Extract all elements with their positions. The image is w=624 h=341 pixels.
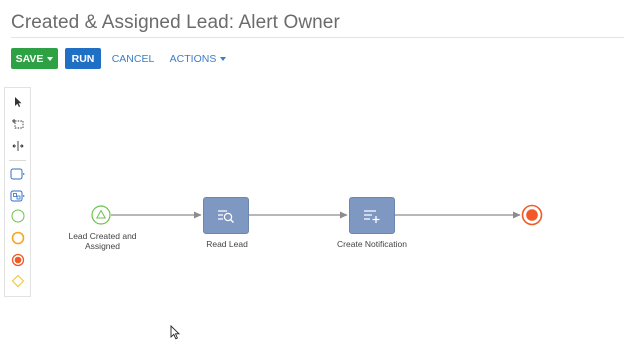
- subprocess-element[interactable]: [5, 186, 30, 206]
- gateway-diamond-icon: [11, 274, 24, 288]
- intermediate-event-circle-icon: [11, 231, 24, 245]
- title-divider: [11, 37, 624, 38]
- chevron-down-icon: [47, 56, 54, 61]
- start-event-circle-icon: [11, 209, 24, 223]
- triangle-signal-icon: [91, 205, 111, 225]
- end-event-node[interactable]: [521, 204, 543, 226]
- palette-divider: [9, 160, 26, 161]
- save-button[interactable]: SAVE: [11, 48, 58, 69]
- create-notification-task[interactable]: [349, 197, 395, 234]
- terminate-icon: [521, 204, 543, 226]
- read-lead-task[interactable]: [203, 197, 249, 234]
- task-element[interactable]: [5, 164, 30, 184]
- read-lead-label: Read Lead: [206, 239, 248, 249]
- element-palette: [4, 87, 31, 297]
- run-button[interactable]: RUN: [65, 48, 101, 69]
- end-event[interactable]: [5, 250, 30, 270]
- pointer-tool[interactable]: [5, 92, 30, 112]
- process-canvas[interactable]: Lead Created and Assigned Read Lead Crea…: [32, 80, 624, 341]
- end-event-circle-icon: [11, 253, 24, 267]
- read-data-icon: [218, 209, 234, 223]
- start-event[interactable]: [5, 206, 30, 226]
- lasso-tool[interactable]: [5, 114, 30, 134]
- cancel-button[interactable]: CANCEL: [110, 48, 156, 69]
- run-button-label: RUN: [71, 52, 95, 65]
- space-tool[interactable]: [5, 136, 30, 156]
- task-rectangle-icon: [10, 168, 25, 180]
- chevron-down-icon: [220, 56, 227, 61]
- arrow-pointer-icon: [14, 97, 22, 107]
- mouse-cursor-icon: [170, 324, 181, 341]
- actions-button-label: ACTIONS: [169, 52, 217, 65]
- gateway[interactable]: [5, 271, 30, 291]
- intermediate-event[interactable]: [5, 228, 30, 248]
- subprocess-icon: [10, 190, 25, 202]
- create-notification-label: Create Notification: [337, 239, 407, 249]
- actions-menu-button[interactable]: ACTIONS: [168, 48, 228, 69]
- start-event-label: Lead Created and Assigned: [68, 231, 137, 251]
- save-button-label: SAVE: [15, 52, 44, 65]
- page-title: Created & Assigned Lead: Alert Owner: [11, 12, 340, 33]
- space-tool-icon: [11, 141, 24, 151]
- start-event-node[interactable]: [91, 205, 111, 225]
- cancel-button-label: CANCEL: [111, 52, 155, 65]
- add-data-icon: [364, 209, 380, 223]
- lasso-select-icon: [11, 119, 23, 129]
